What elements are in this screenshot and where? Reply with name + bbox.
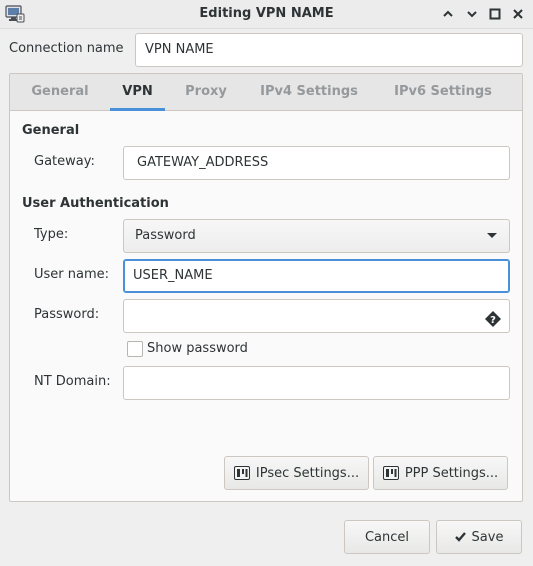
connection-name-input[interactable]: VPN NAME: [135, 33, 523, 67]
dropdown-arrow-icon: [487, 233, 497, 238]
title-bar: Editing VPN NAME: [0, 0, 533, 29]
settings-icon: [233, 466, 250, 480]
cancel-button[interactable]: Cancel: [344, 520, 430, 554]
general-section-heading: General: [22, 123, 80, 138]
svg-text:?: ?: [490, 315, 496, 326]
nt-domain-input[interactable]: [123, 366, 510, 400]
tab-proxy[interactable]: Proxy: [174, 74, 238, 110]
ipsec-settings-button[interactable]: IPsec Settings...: [224, 456, 369, 490]
chevron-up-icon[interactable]: [440, 6, 456, 22]
close-icon[interactable]: [510, 6, 526, 22]
gateway-input[interactable]: GATEWAY_ADDRESS: [123, 146, 510, 180]
maximize-icon[interactable]: [487, 6, 503, 22]
save-label: Save: [471, 529, 504, 545]
chevron-down-icon[interactable]: [464, 6, 480, 22]
tab-ipv6-settings[interactable]: IPv6 Settings: [380, 74, 506, 110]
cancel-label: Cancel: [364, 529, 410, 545]
auth-type-select[interactable]: Password: [123, 219, 510, 253]
settings-icon: [382, 466, 399, 480]
user-authentication-heading: User Authentication: [22, 196, 169, 211]
ppp-settings-button[interactable]: PPP Settings...: [373, 456, 508, 490]
type-label: Type:: [34, 227, 69, 242]
password-label: Password:: [34, 307, 100, 322]
save-button[interactable]: Save: [436, 520, 522, 554]
show-password-checkbox[interactable]: [127, 341, 143, 357]
nt-domain-label: NT Domain:: [34, 374, 111, 389]
password-input[interactable]: ?: [123, 299, 510, 333]
username-label: User name:: [34, 267, 110, 282]
connection-name-label: Connection name: [9, 41, 124, 56]
username-input[interactable]: USER_NAME: [123, 259, 510, 293]
gateway-label: Gateway:: [34, 154, 95, 169]
tab-vpn[interactable]: VPN: [110, 74, 165, 111]
tab-bar: General VPN Proxy IPv4 Settings IPv6 Set…: [10, 74, 522, 111]
ipsec-settings-label: IPsec Settings...: [255, 465, 360, 481]
ppp-settings-label: PPP Settings...: [404, 465, 499, 481]
tab-ipv4-settings[interactable]: IPv4 Settings: [247, 74, 371, 110]
auth-type-value: Password: [135, 228, 196, 243]
tab-general[interactable]: General: [18, 74, 102, 110]
show-password-label: Show password: [147, 341, 248, 356]
checkmark-icon: [454, 532, 466, 542]
password-storage-icon[interactable]: ?: [485, 308, 501, 327]
